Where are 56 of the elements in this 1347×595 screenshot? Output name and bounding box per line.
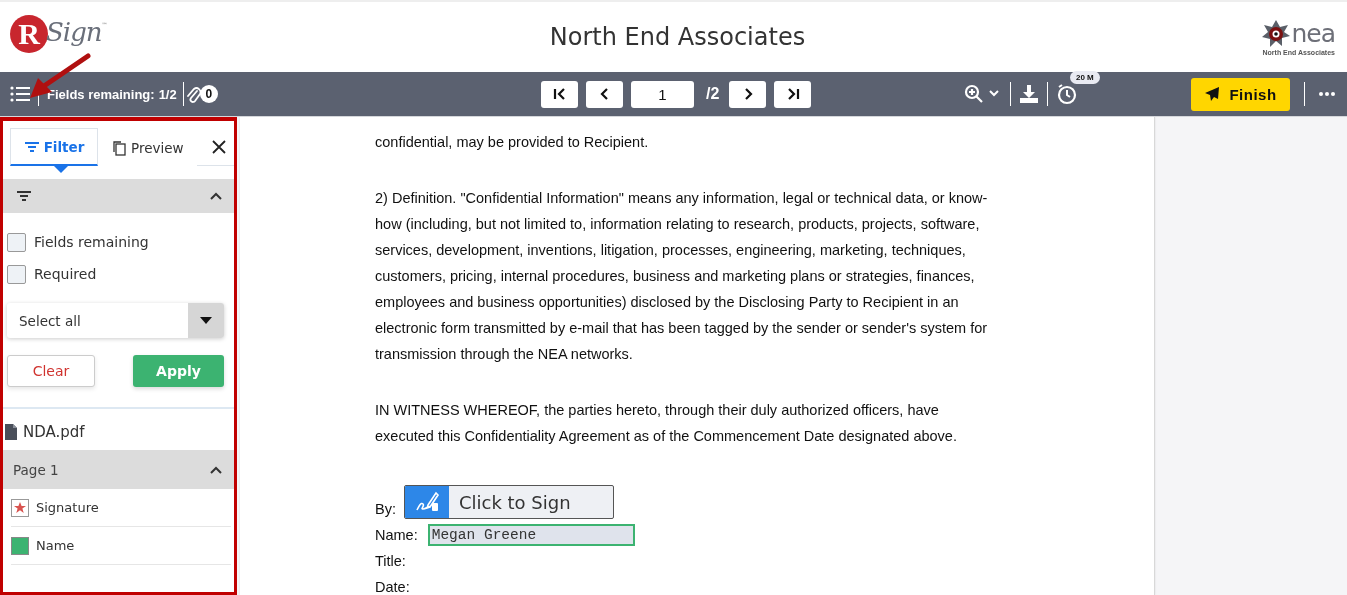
file-name[interactable]: NDA.pdf bbox=[23, 423, 85, 441]
gear-icon bbox=[1261, 18, 1292, 49]
last-page-button[interactable] bbox=[774, 80, 812, 108]
paperclip-icon[interactable] bbox=[185, 85, 202, 103]
finish-button[interactable]: Finish bbox=[1191, 77, 1290, 111]
filter-icon bbox=[23, 140, 40, 153]
click-to-sign-button[interactable]: Click to Sign bbox=[403, 485, 614, 519]
attachment-count-badge: 0 bbox=[199, 85, 218, 103]
fields-remaining-label: Fields remaining: bbox=[47, 86, 155, 102]
last-page-icon bbox=[785, 87, 800, 101]
checkbox[interactable] bbox=[7, 264, 26, 284]
field-label: By: bbox=[375, 500, 396, 519]
chevron-icon[interactable] bbox=[210, 465, 222, 474]
clear-button[interactable]: Clear bbox=[7, 355, 95, 387]
send-icon bbox=[1204, 86, 1221, 102]
field-label: Title: bbox=[375, 552, 406, 571]
logo-text: Sign bbox=[46, 17, 102, 47]
download-button[interactable] bbox=[1019, 84, 1039, 104]
paragraph: IN WITNESS WHEREOF, the parties hereto, through their duly authorized officers, have executed this Confidentiality Agreement as of the Commencement Date designated above. bbox=[375, 401, 958, 446]
next-page-button[interactable] bbox=[729, 80, 767, 108]
field-list-item[interactable]: Name bbox=[11, 527, 231, 565]
chevron-icon[interactable] bbox=[210, 192, 222, 200]
more-icon[interactable] bbox=[1319, 92, 1335, 96]
logo-text: nea bbox=[1291, 22, 1335, 45]
name-field[interactable]: Megan Greene bbox=[427, 524, 635, 546]
paragraph: confidential, may be provided to Recipient. bbox=[375, 133, 650, 152]
zoom-button[interactable] bbox=[964, 84, 1002, 104]
first-page-icon bbox=[552, 87, 567, 101]
select-dropdown[interactable]: Select all bbox=[7, 303, 224, 338]
field-swatch-icon bbox=[11, 536, 29, 555]
timer-badge: 20 M bbox=[1070, 71, 1100, 84]
field-label: Name: bbox=[375, 526, 418, 545]
close-icon[interactable] bbox=[212, 140, 226, 154]
filter-tab[interactable]: Filter bbox=[10, 128, 98, 166]
first-page-button[interactable] bbox=[541, 80, 578, 108]
previous-page-button[interactable] bbox=[586, 80, 623, 108]
dropdown-arrow-icon bbox=[200, 317, 212, 324]
page-group-header[interactable]: Page 1 bbox=[3, 450, 234, 489]
file-icon bbox=[5, 424, 17, 440]
page-title: North End Associates bbox=[549, 23, 806, 51]
page-number-field[interactable]: 1 bbox=[631, 80, 694, 108]
paragraph: 2) Definition. "Confidential Information" means any information, legal or technical data, or know- how (including, but not limited to, information relating to research, products, projects, software, services, development, inventions, litigation, processes, engineering, marketing, techniques, customers, pricing, internal procedures, business and marketing plans or strategies, finances, employees and business opportunities) disclosed by the Disclosing Party to Recipient in an electronic form transmitted by e-mail that has been tagged by the sender or sender's system for transmission through the NEA networks. bbox=[375, 189, 989, 364]
page-group-label: Page 1 bbox=[13, 461, 59, 478]
checkbox-label: Fields remaining bbox=[34, 234, 149, 250]
checkbox[interactable] bbox=[7, 232, 26, 252]
timer-icon[interactable] bbox=[1056, 83, 1078, 105]
checkbox-label: Required bbox=[34, 266, 97, 282]
logo-letter: R bbox=[10, 15, 48, 53]
fields-remaining-count: 1/2 bbox=[158, 86, 177, 102]
field-list-item[interactable]: Signature bbox=[11, 489, 231, 527]
filter-icon bbox=[16, 190, 32, 202]
pen-icon bbox=[404, 486, 449, 518]
menu-icon[interactable] bbox=[10, 86, 30, 102]
field-label: Date: bbox=[375, 578, 410, 595]
copy-icon bbox=[111, 139, 127, 156]
page-total: /2 bbox=[706, 85, 720, 103]
